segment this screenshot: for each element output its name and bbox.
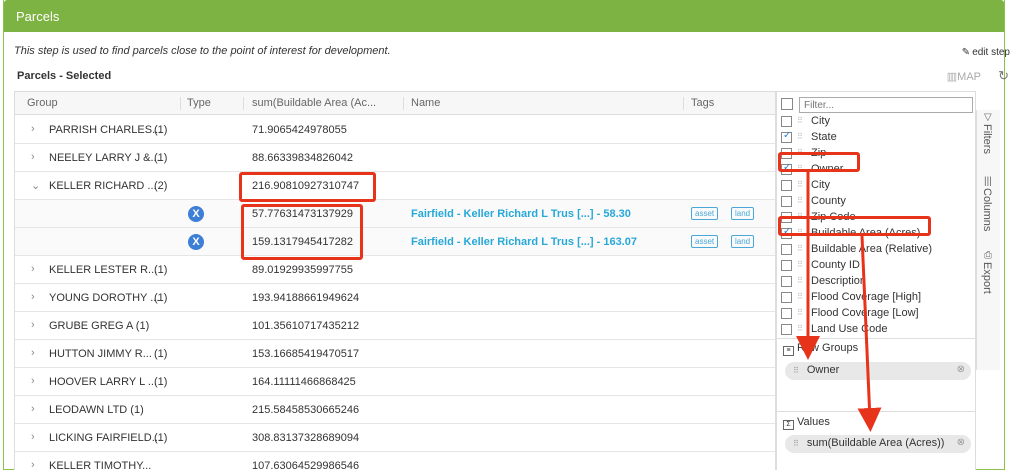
arrow-area-to-values [857, 235, 882, 432]
annotation-arrows [796, 172, 882, 432]
